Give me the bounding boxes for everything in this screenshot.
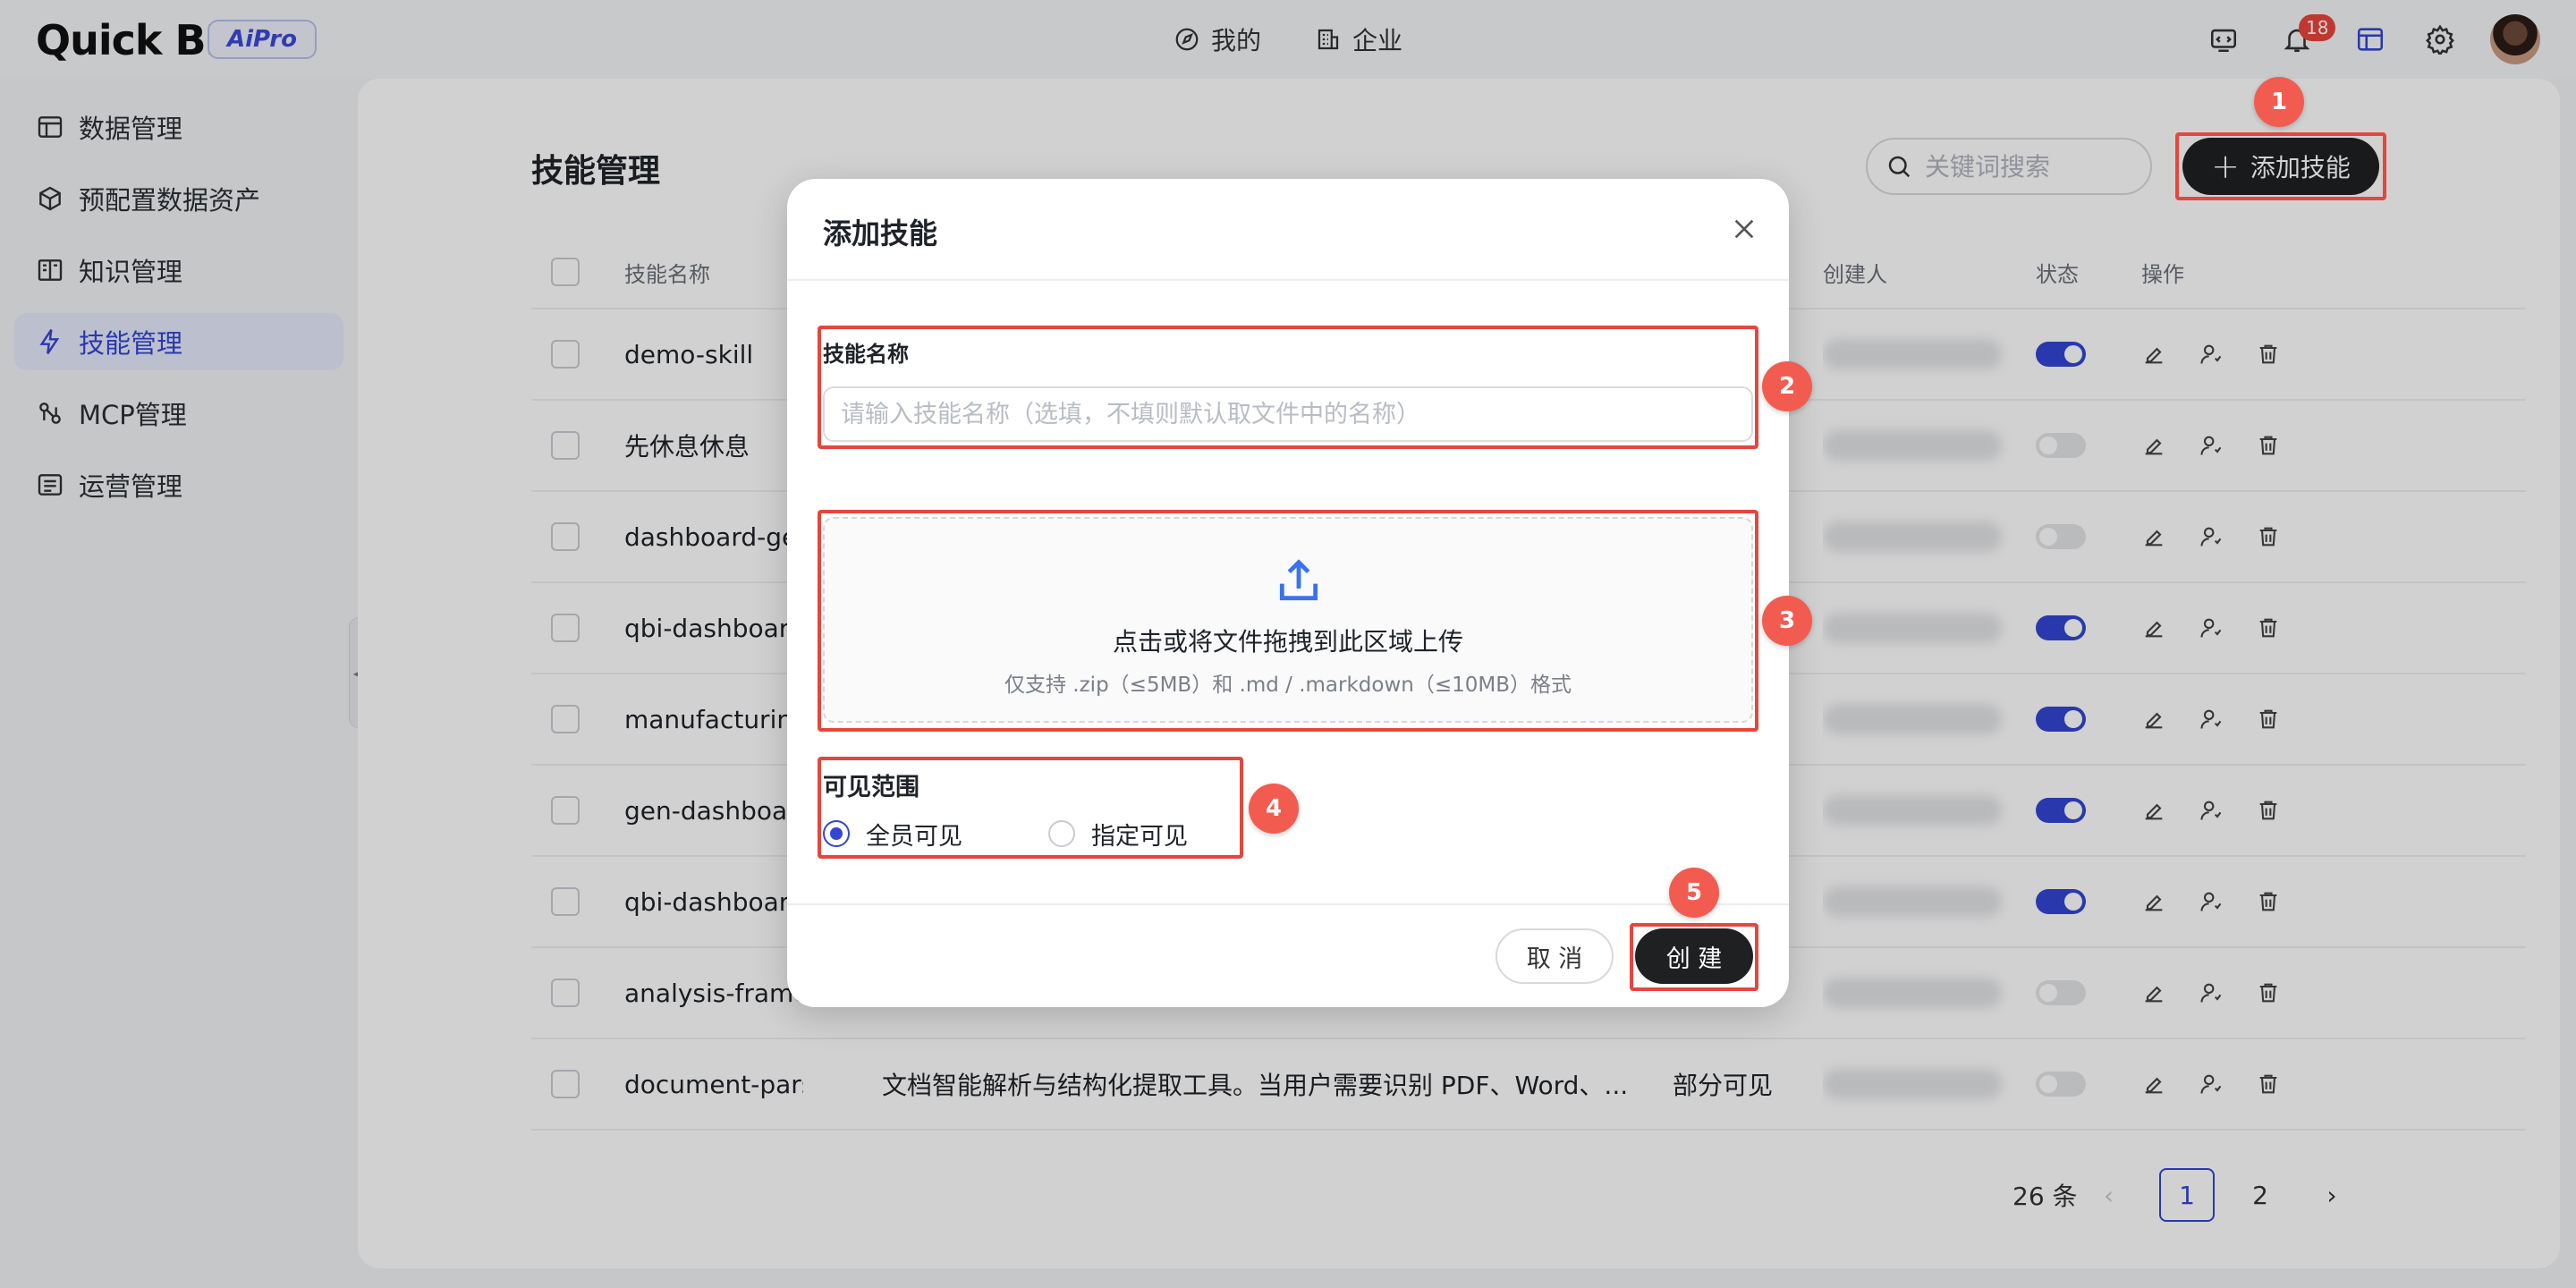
skill-name-input[interactable]: [823, 386, 1753, 442]
step-marker-2: 2: [1762, 361, 1812, 411]
cancel-button[interactable]: 取 消: [1496, 928, 1614, 984]
create-button[interactable]: 创 建: [1635, 928, 1753, 984]
upload-main-text: 点击或将文件拖拽到此区域上传: [1112, 627, 1463, 657]
upload-hint-text: 仅支持 .zip（≤5MB）和 .md / .markdown（≤10MB）格式: [1004, 674, 1572, 697]
visibility-label: 可见范围: [823, 774, 919, 801]
radio-visible-specified[interactable]: 指定可见: [1048, 816, 1188, 852]
add-skill-modal: 添加技能 技能名称 点击或将文件拖拽到此区域上传 仅支持 .zip（≤5MB）和…: [787, 179, 1789, 1007]
modal-close-button[interactable]: [1726, 211, 1762, 247]
step-marker-3: 3: [1762, 596, 1812, 646]
radio-label: 全员可见: [866, 822, 962, 851]
modal-footer-divider: [787, 903, 1789, 905]
modal-divider: [787, 279, 1789, 281]
modal-title: 添加技能: [823, 216, 938, 250]
step-marker-4: 4: [1249, 784, 1299, 834]
upload-icon: [1279, 559, 1318, 601]
radio-button[interactable]: [823, 820, 850, 847]
file-upload-zone[interactable]: 点击或将文件拖拽到此区域上传 仅支持 .zip（≤5MB）和 .md / .ma…: [823, 517, 1753, 723]
step-marker-1: 1: [2254, 77, 2304, 127]
skill-name-label: 技能名称: [823, 342, 909, 367]
radio-label: 指定可见: [1091, 822, 1188, 851]
close-icon: [1734, 219, 1754, 239]
step-marker-5: 5: [1669, 868, 1719, 918]
radio-button[interactable]: [1048, 820, 1075, 847]
radio-visible-all[interactable]: 全员可见: [823, 816, 962, 852]
